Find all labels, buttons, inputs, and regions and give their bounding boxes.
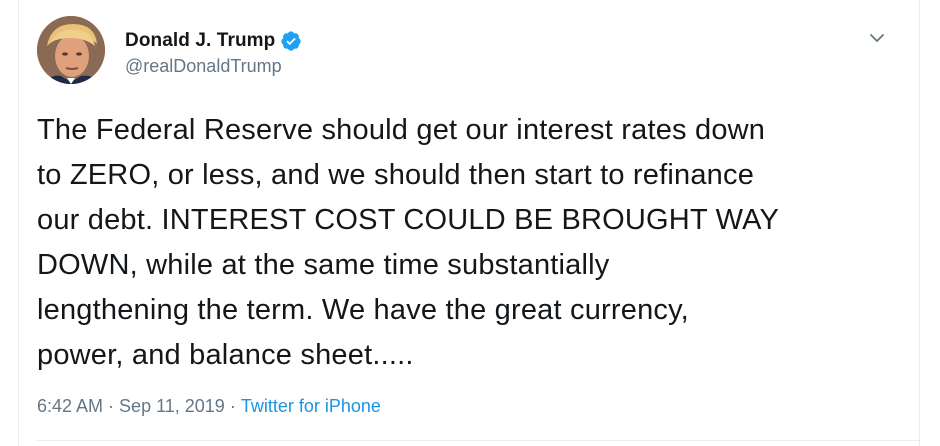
tweet-card: Donald J. Trump @realDonaldTrump The Fed… — [18, 0, 920, 446]
avatar[interactable] — [37, 16, 105, 84]
chevron-down-icon[interactable] — [867, 28, 887, 48]
tweet-text: The Federal Reserve should get our inter… — [37, 114, 780, 371]
author-name-row[interactable]: Donald J. Trump — [125, 29, 302, 53]
tweet-time[interactable]: 6:42 AM — [37, 396, 103, 417]
avatar-portrait-icon — [37, 16, 105, 84]
meta-separator: · — [108, 396, 115, 416]
meta-separator: · — [229, 396, 236, 416]
verified-badge-icon — [280, 30, 302, 52]
author-handle[interactable]: @realDonaldTrump — [125, 56, 282, 77]
author-display-name[interactable]: Donald J. Trump — [125, 30, 275, 52]
tweet-meta: 6:42 AM · Sep 11, 2019 · Twitter for iPh… — [37, 396, 381, 417]
divider — [37, 440, 919, 441]
tweet-source-link[interactable]: Twitter for iPhone — [241, 396, 381, 417]
tweet-date[interactable]: Sep 11, 2019 — [119, 396, 225, 417]
